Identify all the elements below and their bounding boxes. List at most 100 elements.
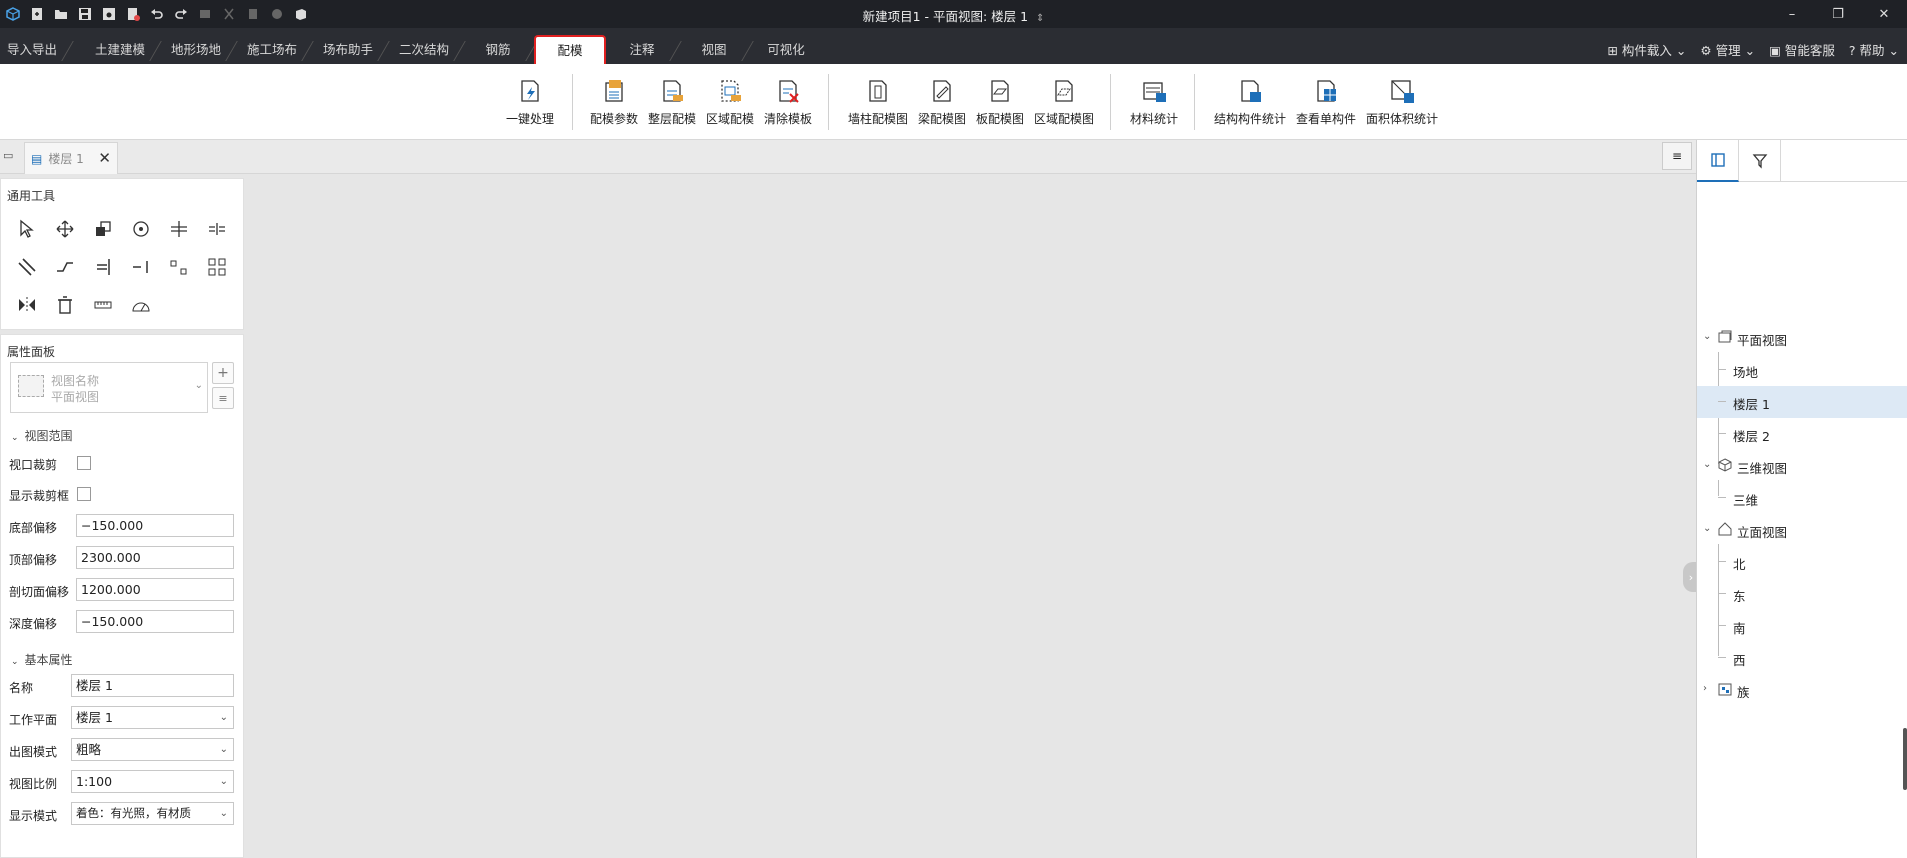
trim-tool-icon[interactable] — [51, 253, 79, 281]
tree-north[interactable]: 北 — [1697, 546, 1907, 578]
tab-rebar[interactable]: 钢筋 — [468, 38, 528, 64]
view-single-button[interactable]: 查看单构件 — [1296, 76, 1356, 127]
material-stats-button[interactable]: 材料统计 — [1130, 76, 1178, 127]
import-component-menu[interactable]: ⊞ 构件载入 ⌄ — [1607, 40, 1686, 59]
select-tool-icon[interactable] — [13, 215, 41, 243]
view-menu-button[interactable]: ≡ — [1662, 142, 1692, 170]
mirror-tool-icon[interactable] — [13, 291, 41, 319]
angle-tool-icon[interactable] — [127, 291, 155, 319]
tree-elevations[interactable]: ⌄ 立面视图 — [1697, 514, 1907, 546]
measure-tool-icon[interactable] — [89, 291, 117, 319]
rotate-tool-icon[interactable] — [127, 215, 155, 243]
restore-button[interactable]: ❐ — [1815, 0, 1861, 28]
offset-tool-icon[interactable] — [13, 253, 41, 281]
top-offset-field[interactable]: 2300.000 — [76, 546, 234, 569]
viewport-crop-checkbox[interactable] — [77, 456, 91, 470]
output-mode-select[interactable]: 粗略 ⌄ — [71, 738, 234, 761]
title-switch-icon[interactable]: ⇕ — [1036, 13, 1044, 24]
plan-view-type-icon — [18, 375, 44, 397]
browser-tab-views[interactable] — [1697, 140, 1739, 182]
chevron-down-icon: ⌄ — [1703, 523, 1712, 534]
chevron-down-icon: ⌄ — [1703, 331, 1712, 342]
clear-icon — [773, 76, 803, 106]
break-tool-icon[interactable] — [127, 253, 155, 281]
component-stats-button[interactable]: 结构构件统计 — [1214, 76, 1286, 127]
bottom-offset-field[interactable]: −150.000 — [76, 514, 234, 537]
extend-tool-icon[interactable] — [89, 253, 117, 281]
clear-formwork-button[interactable]: 清除模板 — [764, 76, 812, 127]
align-tool-icon[interactable] — [203, 215, 231, 243]
area-volume-stats-button[interactable]: 面积体积统计 — [1366, 76, 1438, 127]
auto-process-button[interactable]: 一键处理 — [506, 76, 554, 127]
tab-secondary-structure[interactable]: 二次结构 — [392, 38, 456, 64]
tree-3d-views[interactable]: ⌄ 三维视图 — [1697, 450, 1907, 482]
view-single-icon — [1311, 76, 1341, 106]
support-menu[interactable]: ▣ 智能客服 — [1769, 40, 1835, 59]
chevron-down-icon: ⌄ — [219, 712, 228, 723]
doc-tab-floor1[interactable]: ▤ 楼层 1 ✕ — [24, 142, 118, 174]
chevron-down-icon: ⌄ — [11, 657, 19, 667]
browser-tabs — [1697, 140, 1907, 182]
cut-offset-field[interactable]: 1200.000 — [76, 578, 234, 601]
tab-import-export[interactable]: 导入导出 — [0, 38, 64, 64]
view-list-button[interactable]: ≡ — [212, 387, 234, 409]
name-field[interactable]: 楼层 1 — [71, 674, 234, 697]
wall-column-drawing-button[interactable]: 墙柱配模图 — [848, 76, 908, 127]
browser-tab-filter[interactable] — [1739, 140, 1781, 182]
tree-west[interactable]: 西 — [1697, 642, 1907, 674]
scale-select[interactable]: 1:100 ⌄ — [71, 770, 234, 793]
pin-panel-icon[interactable]: ▭ — [3, 149, 13, 162]
workplane-select[interactable]: 楼层 1 ⌄ — [71, 706, 234, 729]
area-formwork-button[interactable]: 区域配模 — [706, 76, 754, 127]
help-menu[interactable]: ? 帮助 ⌄ — [1849, 40, 1899, 59]
add-view-button[interactable]: + — [212, 362, 234, 384]
chevron-down-icon: ⌄ — [1703, 459, 1712, 470]
tab-layout-assistant[interactable]: 场布助手 — [316, 38, 380, 64]
split-tool-icon[interactable] — [165, 215, 193, 243]
group-view-range[interactable]: ⌄ 视图范围 — [11, 427, 73, 444]
tree-south[interactable]: 南 — [1697, 610, 1907, 642]
move-tool-icon[interactable] — [51, 215, 79, 243]
formwork-params-button[interactable]: 配模参数 — [590, 76, 638, 127]
beam-drawing-button[interactable]: 梁配模图 — [918, 76, 966, 127]
chevron-down-icon: ⌄ — [219, 776, 228, 787]
drawing-canvas[interactable] — [246, 174, 1696, 858]
view-type-selector[interactable]: 视图名称 平面视图 ⌄ — [10, 362, 208, 413]
floor-formwork-button[interactable]: 整层配模 — [648, 76, 696, 127]
scale-label: 视图比例 — [9, 777, 58, 791]
close-tab-icon[interactable]: ✕ — [98, 149, 111, 167]
connect-tool-icon[interactable] — [165, 253, 193, 281]
window-title: 新建项目1 - 平面视图: 楼层 1 ⇕ — [862, 9, 1045, 24]
tab-formwork[interactable]: 配模 — [534, 35, 606, 64]
bottom-offset-label: 底部偏移 — [9, 521, 58, 535]
copy-tool-icon[interactable] — [89, 215, 117, 243]
tree-floor1[interactable]: 楼层 1 — [1697, 386, 1907, 418]
display-mode-select[interactable]: 着色：有光照，有材质 ⌄ — [71, 802, 234, 825]
show-crop-box-checkbox[interactable] — [77, 487, 91, 501]
tree-3d[interactable]: 三维 — [1697, 482, 1907, 514]
tree-plan-views[interactable]: ⌄ 平面视图 — [1697, 322, 1907, 354]
slab-drawing-button[interactable]: 板配模图 — [976, 76, 1024, 127]
chat-icon: ▣ — [1769, 43, 1781, 58]
tab-construction-layout[interactable]: 施工场布 — [240, 38, 304, 64]
params-icon — [599, 76, 629, 106]
tree-site[interactable]: 场地 — [1697, 354, 1907, 386]
tree-families[interactable]: › 族 — [1697, 674, 1907, 706]
minimize-button[interactable]: – — [1769, 0, 1815, 28]
tree-floor2[interactable]: 楼层 2 — [1697, 418, 1907, 450]
tab-civil-modeling[interactable]: 土建建模 — [88, 38, 152, 64]
tab-terrain-site[interactable]: 地形场地 — [164, 38, 228, 64]
close-window-button[interactable]: ✕ — [1861, 0, 1907, 28]
scrollbar[interactable] — [1903, 728, 1907, 790]
tree-east[interactable]: 东 — [1697, 578, 1907, 610]
area-drawing-button[interactable]: 区域配模图 — [1034, 76, 1094, 127]
tab-visualization[interactable]: 可视化 — [756, 38, 816, 64]
depth-offset-field[interactable]: −150.000 — [76, 610, 234, 633]
array-tool-icon[interactable] — [203, 253, 231, 281]
tab-view[interactable]: 视图 — [684, 38, 744, 64]
output-mode-label: 出图模式 — [9, 745, 58, 759]
tab-annotation[interactable]: 注释 — [612, 38, 672, 64]
delete-tool-icon[interactable] — [51, 291, 79, 319]
group-basic-properties[interactable]: ⌄ 基本属性 — [11, 651, 73, 668]
manage-menu[interactable]: ⚙ 管理 ⌄ — [1700, 40, 1755, 59]
